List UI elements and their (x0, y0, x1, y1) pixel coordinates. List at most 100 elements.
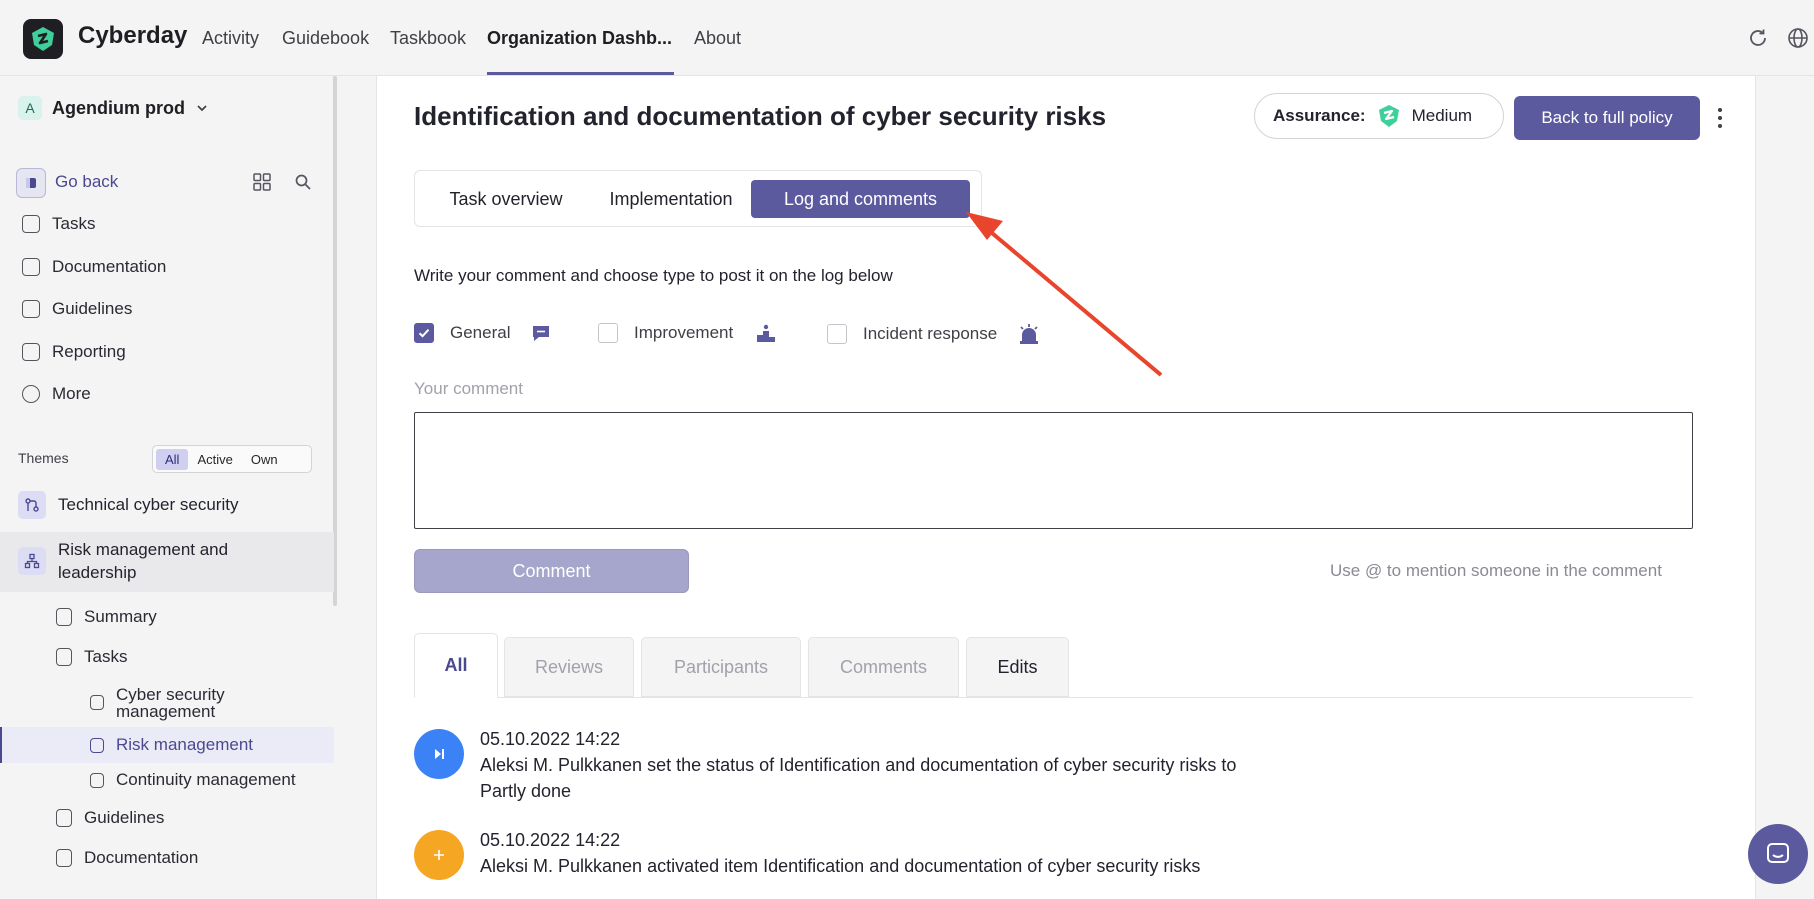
log-tab-participants[interactable]: Participants (641, 637, 801, 697)
skip-forward-icon (414, 729, 464, 779)
improvement-label: Improvement (634, 323, 734, 342)
sidebar-item-label: Reporting (52, 342, 126, 361)
log-entry: 05.10.2022 14:22 Aleksi M. Pulkkanen set… (414, 726, 1270, 804)
sidebar-sub-label: Tasks (84, 647, 128, 666)
nav-organization-dashboard[interactable]: Organization Dashb... (487, 28, 672, 49)
nav-about[interactable]: About (694, 28, 741, 49)
comment-instructions: Write your comment and choose type to po… (414, 266, 893, 285)
grid-view-icon[interactable] (252, 172, 272, 192)
theme-technical-cyber-security[interactable]: Technical cyber security (18, 491, 238, 519)
sidebar-sub-label: Guidelines (84, 808, 165, 827)
task-label: Cyber security management (116, 685, 225, 721)
org-avatar: A (18, 96, 42, 120)
log-time: 05.10.2022 14:22 (480, 729, 621, 749)
alarm-icon (1020, 324, 1039, 344)
log-tab-edits[interactable]: Edits (966, 637, 1069, 697)
log-entry: 05.10.2022 14:22 Aleksi M. Pulkkanen act… (414, 827, 1270, 880)
tab-log-and-comments[interactable]: Log and comments (751, 180, 970, 218)
logo-mark-icon (32, 27, 54, 51)
document-icon (22, 258, 40, 276)
sidebar-sub-label: Documentation (84, 848, 199, 867)
chat-bubble-icon (533, 326, 550, 341)
comment-field-label: Your comment (414, 379, 523, 398)
sidebar-item-reporting[interactable]: Reporting (22, 342, 126, 362)
assurance-shield-icon (1378, 105, 1399, 127)
filter-all[interactable]: All (156, 448, 189, 470)
type-incident-response[interactable]: Incident response (827, 322, 1041, 346)
log-tab-all[interactable]: All (414, 633, 498, 698)
clipboard-icon (22, 300, 40, 318)
tasks-icon (22, 215, 40, 233)
more-icon (22, 385, 40, 403)
incident-response-checkbox[interactable] (827, 324, 847, 344)
comment-textarea[interactable] (414, 412, 1693, 529)
go-back-label[interactable]: Go back (55, 172, 118, 192)
task-continuity-management[interactable]: Continuity management (90, 770, 296, 790)
tab-implementation[interactable]: Implementation (593, 180, 749, 218)
log-text: Aleksi M. Pulkkanen set the status of Id… (480, 755, 1237, 801)
task-label: Risk management (116, 735, 254, 754)
clipboard-icon (56, 809, 72, 827)
plus-icon (414, 830, 464, 880)
mention-hint: Use @ to mention someone in the comment (1330, 561, 1662, 580)
back-to-full-policy-button[interactable]: Back to full policy (1514, 96, 1700, 140)
sidebar-item-label: Tasks (52, 214, 96, 233)
theme-risk-management[interactable]: Risk management and leadership (18, 538, 278, 584)
go-back-button[interactable] (16, 168, 46, 198)
summary-icon (56, 608, 72, 626)
sidebar-scrollbar[interactable] (333, 76, 337, 606)
nav-activity[interactable]: Activity (202, 28, 259, 49)
filter-active[interactable]: Active (188, 449, 241, 470)
sidebar-item-tasks[interactable]: Tasks (22, 214, 95, 234)
cyberday-logo[interactable] (23, 19, 63, 59)
search-icon[interactable] (294, 173, 312, 191)
back-icon (26, 178, 36, 188)
task-cyber-security-management[interactable]: Cyber security management (90, 686, 266, 720)
podium-icon (757, 324, 776, 342)
general-label: General (450, 323, 511, 342)
sidebar-sub-documentation[interactable]: Documentation (56, 848, 198, 868)
tab-task-overview[interactable]: Task overview (431, 180, 581, 218)
nav-taskbook[interactable]: Taskbook (390, 28, 466, 49)
log-tab-comments[interactable]: Comments (808, 637, 959, 697)
theme-label: Technical cyber security (58, 495, 239, 514)
type-improvement[interactable]: Improvement (598, 322, 777, 344)
globe-icon[interactable] (1786, 26, 1810, 50)
assurance-label: Assurance: (1273, 106, 1366, 125)
sidebar-sub-summary[interactable]: Summary (56, 607, 157, 627)
nav-guidebook[interactable]: Guidebook (282, 28, 369, 49)
sidebar-sub-label: Summary (84, 607, 157, 626)
org-name: Agendium prod (52, 97, 185, 118)
sidebar-item-more[interactable]: More (22, 384, 91, 404)
theme-label: Risk management and leadership (58, 540, 229, 582)
sidebar-item-label: Documentation (52, 257, 167, 276)
sidebar-item-documentation[interactable]: Documentation (22, 257, 166, 277)
task-risk-management[interactable]: Risk management (90, 735, 253, 755)
task-icon (90, 772, 104, 788)
branch-icon (18, 491, 46, 519)
brand-name[interactable]: Cyberday (78, 22, 187, 50)
organization-selector[interactable]: A Agendium prod (18, 96, 209, 120)
page-title: Identification and documentation of cybe… (414, 101, 1107, 131)
assurance-badge[interactable]: Assurance: Medium (1254, 93, 1504, 139)
improvement-checkbox[interactable] (598, 323, 618, 343)
task-icon (90, 695, 104, 710)
general-checkbox[interactable] (414, 323, 434, 343)
report-icon (22, 343, 40, 361)
task-icon (90, 737, 104, 753)
themes-label: Themes (18, 450, 69, 466)
task-tabs: Task overview Implementation Log and com… (414, 170, 982, 227)
refresh-icon[interactable] (1746, 26, 1770, 50)
sidebar-sub-tasks[interactable]: Tasks (56, 647, 127, 667)
type-general[interactable]: General (414, 322, 552, 344)
sidebar-sub-guidelines[interactable]: Guidelines (56, 808, 164, 828)
comment-button[interactable]: Comment (414, 549, 689, 593)
tasks-icon (56, 648, 72, 666)
log-time: 05.10.2022 14:22 (480, 830, 621, 850)
sidebar-item-guidelines[interactable]: Guidelines (22, 299, 132, 319)
more-options-icon[interactable] (1712, 104, 1728, 132)
incident-response-label: Incident response (863, 324, 998, 343)
filter-own[interactable]: Own (242, 449, 287, 470)
log-tab-reviews[interactable]: Reviews (504, 637, 634, 697)
chat-launcher-button[interactable] (1748, 824, 1808, 884)
